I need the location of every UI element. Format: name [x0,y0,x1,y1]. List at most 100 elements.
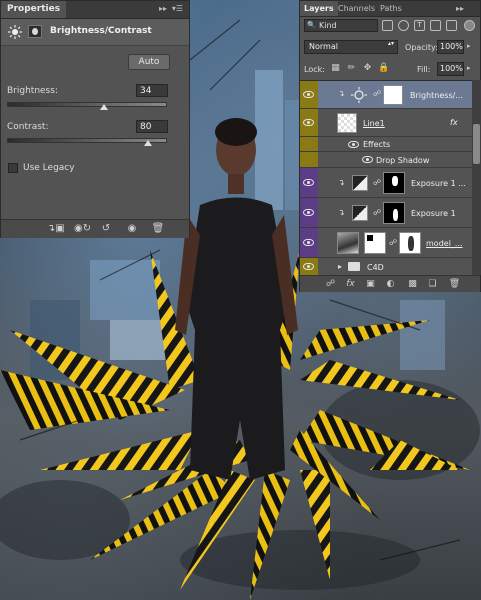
adjustment-header: Brightness/Contrast [1,19,189,46]
layer-name[interactable]: Exposure 1 [411,209,456,218]
tab-properties[interactable]: Properties [1,1,67,18]
link-icon[interactable]: ☍ [389,238,397,247]
eye-icon[interactable] [362,156,373,163]
lock-transparent-pixels-icon[interactable]: ▦ [330,63,341,74]
panel-menu-icon[interactable]: ▾☰ [172,4,183,13]
fill-dropdown-icon[interactable]: ▸ [467,64,471,72]
add-mask-icon[interactable]: ▣ [364,278,377,290]
visibility-toggle[interactable] [300,81,318,108]
layer-effects-row[interactable]: Effects [300,137,472,152]
clip-to-layer-icon[interactable]: ↴▣ [47,223,65,235]
fx-icon[interactable]: fx [450,118,458,127]
eye-icon[interactable] [303,91,314,98]
layer-mask-thumbnail[interactable] [383,85,403,105]
blend-mode-select[interactable]: Normal [304,40,398,54]
lock-all-icon[interactable]: 🔒 [378,63,389,74]
layer-thumbnail[interactable] [337,113,357,133]
link-icon[interactable]: ☍ [373,178,381,187]
auto-button[interactable]: Auto [128,54,170,70]
contrast-label: Contrast: [7,122,49,132]
layer-mask-icon[interactable] [28,25,42,38]
layer-drop-shadow-row[interactable]: Drop Shadow [300,152,472,168]
clip-arrow-icon: ↴ [338,178,345,187]
visibility-toggle[interactable] [300,198,318,227]
brightness-slider-track[interactable] [7,102,167,107]
tab-channels[interactable]: Channels [334,1,379,16]
layer-name[interactable]: model_... [426,239,463,248]
toggle-visibility-icon[interactable]: ◉ [125,223,139,235]
eye-icon[interactable] [303,263,314,270]
layer-name[interactable]: Line1 [363,119,385,128]
layer-line1[interactable]: Line1 fx [300,109,472,137]
eye-icon[interactable] [303,179,314,186]
contrast-value-input[interactable]: 80 [136,120,168,133]
filter-pixel-icon[interactable] [382,20,393,31]
layer-mask-thumbnail[interactable] [383,202,405,224]
visibility-toggle[interactable] [300,168,318,197]
layer-name[interactable]: Brightness/... [410,91,463,100]
new-adjustment-layer-icon[interactable]: ◐ [384,278,397,290]
visibility-toggle[interactable] [300,109,318,136]
eye-icon[interactable] [303,239,314,246]
new-group-icon[interactable]: ▩ [406,278,419,290]
contrast-slider-thumb[interactable] [144,140,152,146]
lock-position-icon[interactable]: ✥ [362,63,373,74]
use-legacy-checkbox[interactable] [8,163,18,173]
contrast-slider-track[interactable] [7,138,167,143]
double-chevron-right-icon[interactable]: ▸▸ [452,1,468,16]
reset-icon[interactable]: ↺ [99,223,113,235]
lock-label: Lock: [304,65,325,74]
add-layer-style-icon[interactable]: fx [344,278,357,290]
trash-icon[interactable]: 🗑 [448,278,461,290]
brightness-slider-thumb[interactable] [100,104,108,110]
smart-filter-thumbnail[interactable] [364,232,386,254]
link-layers-icon[interactable]: ☍ [324,278,337,290]
layer-thumbnail[interactable] [337,232,359,254]
layers-footer: ☍ fx ▣ ◐ ▩ ❏ 🗑 [300,275,480,292]
drop-shadow-label: Drop Shadow [376,156,430,165]
filter-smart-object-icon[interactable] [446,20,457,31]
expand-arrow-icon[interactable]: ▸ [338,262,342,271]
layer-mask-thumbnail[interactable] [383,172,405,194]
layer-name[interactable]: Exposure 1 ... [411,179,466,188]
layer-filter-row: Kind T [302,19,480,33]
filter-shape-icon[interactable] [430,20,441,31]
eye-icon[interactable] [348,141,359,148]
layer-exposure-copy[interactable]: ↴ ☍ Exposure 1 ... [300,168,472,198]
layer-brightness-contrast[interactable]: ↴ ☍ Brightness/... [300,81,472,109]
trash-icon[interactable]: 🗑 [151,223,165,235]
visibility-toggle[interactable] [300,258,318,275]
eye-icon[interactable] [303,119,314,126]
double-chevron-right-icon[interactable]: ▸▸ [159,4,167,13]
brightness-sun-icon[interactable] [8,25,22,39]
tab-paths[interactable]: Paths [376,1,406,16]
properties-tab-bar: Properties ▸▸ ▾☰ [1,1,189,19]
fill-input[interactable]: 100% [437,62,464,76]
opacity-input[interactable]: 100% [437,40,464,54]
opacity-label: Opacity: [405,43,438,52]
opacity-dropdown-icon[interactable]: ▸ [467,42,471,50]
visibility-toggle[interactable] [300,228,318,257]
layers-scrollbar[interactable] [472,80,481,275]
link-icon[interactable]: ☍ [373,89,381,98]
layer-list: ↴ ☍ Brightness/... Line1 fx Effects Drop… [300,80,472,276]
layer-model[interactable]: ☍ model_... [300,228,472,258]
view-previous-state-icon[interactable]: ◉↻ [74,223,91,235]
brightness-value-input[interactable]: 34 [136,84,168,97]
scrollbar-thumb[interactable] [473,124,480,164]
new-layer-icon[interactable]: ❏ [426,278,439,290]
fill-label: Fill: [417,65,431,74]
filter-kind-select[interactable]: Kind [304,19,378,32]
filter-type-icon[interactable]: T [414,20,425,31]
tab-layers[interactable]: Layers [300,1,338,16]
properties-footer: ↴▣ ◉↻ ↺ ◉ 🗑 [1,219,189,238]
filter-adjustment-icon[interactable] [398,20,409,31]
filter-toggle-icon[interactable] [464,20,475,31]
link-icon[interactable]: ☍ [373,208,381,217]
layer-exposure[interactable]: ↴ ☍ Exposure 1 [300,198,472,228]
lock-image-pixels-icon[interactable]: ✏ [346,63,357,74]
eye-icon[interactable] [303,209,314,216]
layer-mask-thumbnail[interactable] [399,232,421,254]
layer-group-c4d[interactable]: ▸ C4D [300,258,472,276]
layer-name[interactable]: C4D [367,263,384,272]
